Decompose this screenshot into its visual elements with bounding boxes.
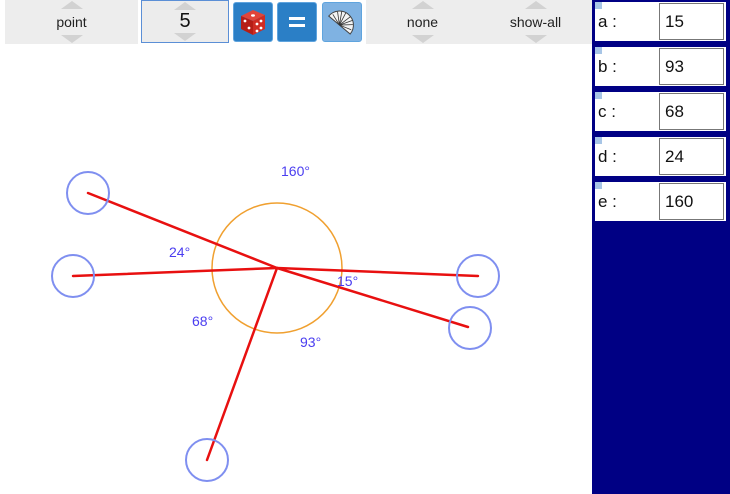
drag-handle[interactable] <box>66 171 110 215</box>
mode-select[interactable]: point <box>5 0 138 44</box>
angle-label-e: 160° <box>281 163 310 179</box>
label-mode-value: none <box>406 14 439 30</box>
row-marker <box>595 2 602 9</box>
count-value: 5 <box>179 10 191 32</box>
label-mode-select[interactable]: none <box>366 0 479 44</box>
dice-icon <box>241 10 265 35</box>
increment-arrow-icon[interactable] <box>174 2 196 10</box>
increment-arrow-icon[interactable] <box>524 1 547 9</box>
decrement-arrow-icon[interactable] <box>60 35 83 43</box>
param-name: b : <box>598 57 617 76</box>
param-value-field[interactable]: 160 <box>659 183 724 220</box>
param-name: a : <box>598 12 617 31</box>
param-row-a: a : 15 <box>595 2 726 41</box>
row-marker <box>595 92 602 99</box>
drag-handle[interactable] <box>456 254 500 298</box>
drawing-canvas[interactable]: 160° 24° 15° 68° 93° <box>0 44 592 494</box>
ray-right <box>275 266 480 278</box>
decrement-arrow-icon[interactable] <box>411 35 434 43</box>
param-name: e : <box>598 192 617 211</box>
parameter-panel: a : 15 b : 93 c : 68 d : 24 e : 160 <box>592 0 730 494</box>
param-value-field[interactable]: 93 <box>659 48 724 85</box>
param-row-e: e : 160 <box>595 182 726 221</box>
toolbar: point 5 none show-all <box>0 0 592 44</box>
protractor-button[interactable] <box>322 2 362 42</box>
param-row-c: c : 68 <box>595 92 726 131</box>
ray-lower-right <box>275 266 470 329</box>
show-mode-select[interactable]: show-all <box>479 0 592 44</box>
param-value-field[interactable]: 24 <box>659 138 724 175</box>
param-value-field[interactable]: 15 <box>659 3 724 40</box>
angle-label-c: 68° <box>192 313 213 329</box>
drag-handle[interactable] <box>185 438 229 482</box>
angle-label-d: 24° <box>169 244 190 260</box>
decrement-arrow-icon[interactable] <box>174 33 196 41</box>
param-row-d: d : 24 <box>595 137 726 176</box>
param-value-field[interactable]: 68 <box>659 93 724 130</box>
row-marker <box>595 47 602 54</box>
protractor-icon <box>327 10 354 35</box>
count-stepper[interactable]: 5 <box>141 0 229 43</box>
ray-bottom <box>205 266 279 462</box>
param-name: d : <box>598 147 617 166</box>
param-name: c : <box>598 102 616 121</box>
decrement-arrow-icon[interactable] <box>524 35 547 43</box>
equals-icon <box>289 17 305 27</box>
mode-select-value: point <box>56 14 87 30</box>
show-mode-value: show-all <box>509 14 562 30</box>
increment-arrow-icon[interactable] <box>411 1 434 9</box>
drag-handle[interactable] <box>51 254 95 298</box>
ray-left <box>71 266 279 278</box>
angle-label-a: 15° <box>337 273 358 289</box>
increment-arrow-icon[interactable] <box>60 1 83 9</box>
drag-handle[interactable] <box>448 306 492 350</box>
row-marker <box>595 182 602 189</box>
randomize-button[interactable] <box>233 2 273 42</box>
row-marker <box>595 137 602 144</box>
equalize-button[interactable] <box>277 2 317 42</box>
param-row-b: b : 93 <box>595 47 726 86</box>
angle-label-b: 93° <box>300 334 321 350</box>
